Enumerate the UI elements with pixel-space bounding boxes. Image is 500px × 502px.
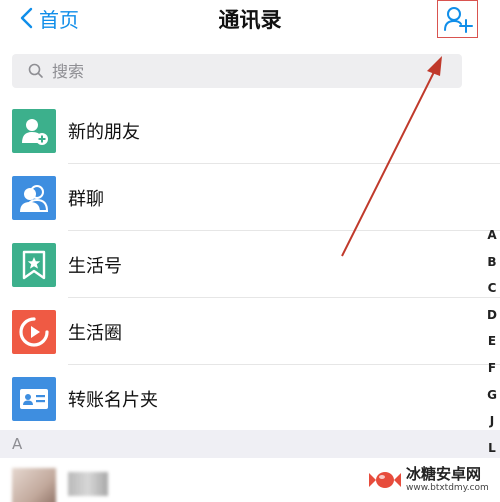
- page-title: 通讯录: [218, 8, 282, 32]
- list-item-lifestyle-account[interactable]: 生活号: [0, 231, 500, 298]
- watermark-title: 冰糖安卓网: [406, 465, 482, 483]
- group-chat-icon: [12, 175, 56, 220]
- new-friend-icon: [12, 108, 56, 153]
- contact-name-blurred: [68, 472, 108, 496]
- alphabet-index: A B C D E F G J L: [483, 222, 500, 461]
- watermark-url: www.btxtdmy.com: [406, 483, 489, 493]
- list-item-new-friends[interactable]: 新的朋友: [0, 97, 500, 164]
- list-item-label: 新的朋友: [68, 121, 140, 143]
- life-circle-icon: [12, 309, 56, 354]
- list-item-label: 生活号: [68, 255, 122, 277]
- index-letter-c[interactable]: C: [483, 275, 500, 302]
- list-item-group-chat[interactable]: 群聊: [0, 164, 500, 231]
- index-letter-f[interactable]: F: [483, 355, 500, 382]
- feature-list: 新的朋友 群聊 生活号 生活圈 转账名片夹: [0, 97, 500, 432]
- candy-logo-icon: [369, 472, 401, 488]
- search-input[interactable]: [52, 61, 432, 81]
- list-item-label: 生活圈: [68, 322, 122, 344]
- index-letter-d[interactable]: D: [483, 302, 500, 329]
- list-item-life-circle[interactable]: 生活圈: [0, 298, 500, 365]
- index-letter-j[interactable]: J: [483, 408, 500, 435]
- index-letter-b[interactable]: B: [483, 249, 500, 276]
- index-letter-e[interactable]: E: [483, 328, 500, 355]
- list-item-label: 群聊: [68, 188, 104, 210]
- avatar: [12, 468, 56, 502]
- list-item-label: 转账名片夹: [68, 389, 158, 411]
- section-header: A: [0, 430, 500, 458]
- search-icon: [28, 63, 43, 78]
- watermark: 冰糖安卓网 www.btxtdmy.com: [368, 462, 498, 498]
- index-letter-a[interactable]: A: [483, 222, 500, 249]
- index-letter-l[interactable]: L: [483, 435, 500, 462]
- lifestyle-account-icon: [12, 242, 56, 287]
- search-bar[interactable]: [12, 54, 462, 88]
- list-item-business-cards[interactable]: 转账名片夹: [0, 365, 500, 432]
- add-user-icon: [443, 7, 473, 33]
- index-letter-g[interactable]: G: [483, 382, 500, 409]
- nav-bar: 首页 通讯录: [0, 0, 500, 40]
- business-card-icon: [12, 376, 56, 421]
- add-contact-button[interactable]: [437, 0, 478, 38]
